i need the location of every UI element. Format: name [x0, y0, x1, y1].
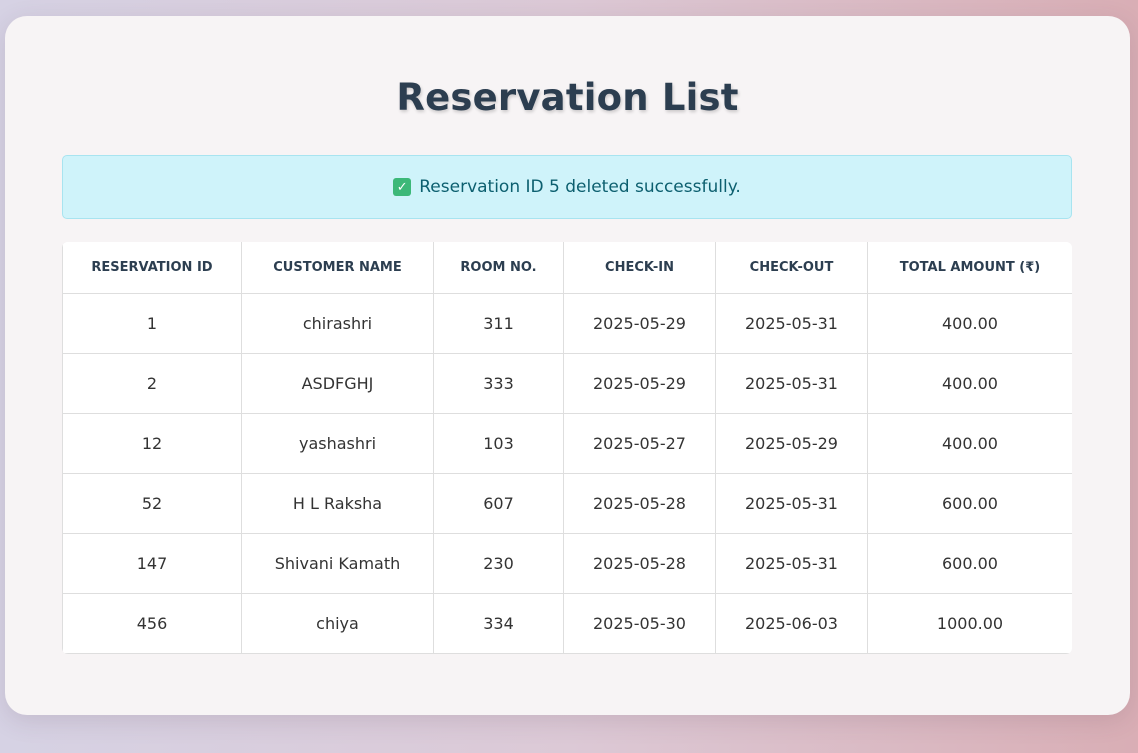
table-row: 147 Shivani Kamath 230 2025-05-28 2025-0… — [62, 533, 1072, 594]
cell-check-out: 2025-05-31 — [715, 473, 868, 534]
cell-reservation-id: 2 — [62, 353, 242, 414]
cell-check-out: 2025-05-31 — [715, 293, 868, 354]
cell-room-no: 334 — [433, 593, 564, 654]
cell-customer-name: chiya — [241, 593, 434, 654]
cell-check-in: 2025-05-28 — [563, 473, 716, 534]
header-check-in: CHECK-IN — [563, 242, 716, 294]
header-customer-name: CUSTOMER NAME — [241, 242, 434, 294]
cell-room-no: 103 — [433, 413, 564, 474]
cell-check-in: 2025-05-29 — [563, 293, 716, 354]
cell-room-no: 311 — [433, 293, 564, 354]
reservation-table: RESERVATION ID CUSTOMER NAME ROOM NO. CH… — [62, 242, 1072, 654]
cell-total-amount: 1000.00 — [867, 593, 1072, 654]
table-row: 52 H L Raksha 607 2025-05-28 2025-05-31 … — [62, 473, 1072, 534]
cell-total-amount: 400.00 — [867, 353, 1072, 414]
table-header-row: RESERVATION ID CUSTOMER NAME ROOM NO. CH… — [62, 242, 1072, 294]
cell-check-in: 2025-05-29 — [563, 353, 716, 414]
cell-check-out: 2025-05-31 — [715, 353, 868, 414]
header-reservation-id: RESERVATION ID — [62, 242, 242, 294]
cell-room-no: 333 — [433, 353, 564, 414]
cell-customer-name: H L Raksha — [241, 473, 434, 534]
cell-reservation-id: 147 — [62, 533, 242, 594]
reservation-table-container: RESERVATION ID CUSTOMER NAME ROOM NO. CH… — [62, 242, 1072, 654]
cell-reservation-id: 456 — [62, 593, 242, 654]
reservation-card: Reservation List ✓ Reservation ID 5 dele… — [5, 16, 1130, 715]
table-row: 2 ASDFGHJ 333 2025-05-29 2025-05-31 400.… — [62, 353, 1072, 414]
cell-room-no: 607 — [433, 473, 564, 534]
cell-total-amount: 600.00 — [867, 473, 1072, 534]
cell-check-out: 2025-05-29 — [715, 413, 868, 474]
cell-reservation-id: 52 — [62, 473, 242, 534]
cell-customer-name: chirashri — [241, 293, 434, 354]
cell-check-out: 2025-06-03 — [715, 593, 868, 654]
cell-check-in: 2025-05-28 — [563, 533, 716, 594]
header-total-amount: TOTAL AMOUNT (₹) — [867, 242, 1072, 294]
header-room-no: ROOM NO. — [433, 242, 564, 294]
alert-message: Reservation ID 5 deleted successfully. — [419, 177, 741, 197]
cell-customer-name: Shivani Kamath — [241, 533, 434, 594]
cell-check-out: 2025-05-31 — [715, 533, 868, 594]
cell-check-in: 2025-05-30 — [563, 593, 716, 654]
cell-total-amount: 600.00 — [867, 533, 1072, 594]
cell-reservation-id: 12 — [62, 413, 242, 474]
cell-reservation-id: 1 — [62, 293, 242, 354]
cell-room-no: 230 — [433, 533, 564, 594]
table-row: 1 chirashri 311 2025-05-29 2025-05-31 40… — [62, 293, 1072, 354]
table-row: 12 yashashri 103 2025-05-27 2025-05-29 4… — [62, 413, 1072, 474]
cell-total-amount: 400.00 — [867, 293, 1072, 354]
success-alert: ✓ Reservation ID 5 deleted successfully. — [62, 155, 1072, 219]
page-title: Reservation List — [396, 76, 739, 119]
cell-check-in: 2025-05-27 — [563, 413, 716, 474]
cell-customer-name: yashashri — [241, 413, 434, 474]
table-row: 456 chiya 334 2025-05-30 2025-06-03 1000… — [62, 593, 1072, 654]
header-check-out: CHECK-OUT — [715, 242, 868, 294]
cell-total-amount: 400.00 — [867, 413, 1072, 474]
check-mark-icon: ✓ — [393, 178, 412, 196]
cell-customer-name: ASDFGHJ — [241, 353, 434, 414]
